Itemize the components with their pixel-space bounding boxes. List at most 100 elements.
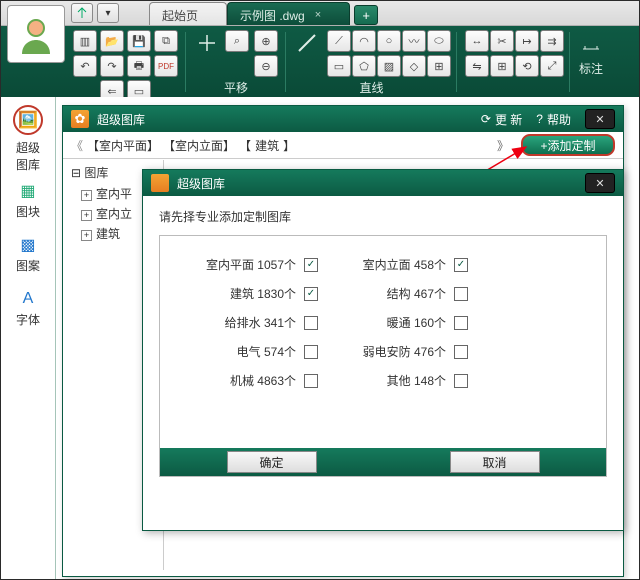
pdf-icon[interactable]: PDF	[154, 55, 178, 77]
redo-icon[interactable]: ↷	[100, 55, 124, 77]
dialog-prompt: 请先择专业添加定制图库	[159, 208, 607, 225]
option-0[interactable]: 室内平面 1057个	[168, 256, 318, 273]
sidebar-label-font: 字体	[16, 311, 40, 328]
checkbox-icon[interactable]	[454, 287, 468, 301]
sidebar-label-pattern: 图案	[16, 257, 40, 274]
library-panel-header: ✿ 超级图库 ⟳更 新 ?帮助 ✕	[63, 106, 623, 132]
save-icon[interactable]: 💾	[127, 30, 151, 52]
option-1[interactable]: 室内立面 458个	[318, 256, 468, 273]
zoom-in-icon[interactable]: ⊕	[254, 30, 278, 52]
d1-icon[interactable]: ◇	[402, 55, 426, 77]
customize-dialog: 超级图库 ✕ 请先择专业添加定制图库 室内平面 1057个室内立面 458个建筑…	[142, 169, 624, 531]
checkbox-icon[interactable]	[304, 258, 318, 272]
tab-file[interactable]: 示例图 .dwg×	[227, 2, 350, 25]
ellipse-icon[interactable]: ⬭	[427, 30, 451, 52]
breadcrumb-row: 《 【室内平面】 【室内立面】 【 建筑 】 》 +添加定制	[63, 132, 623, 159]
arc-icon[interactable]: ◠	[352, 30, 376, 52]
pline-icon[interactable]: ⟋	[327, 30, 351, 52]
bc-end-icon[interactable]: 》	[497, 137, 509, 154]
checkbox-icon[interactable]	[454, 316, 468, 330]
zoom-window-icon[interactable]: ⌕	[225, 30, 249, 52]
bc-item-3c: 】	[283, 137, 295, 154]
option-8[interactable]: 机械 4863个	[168, 372, 318, 389]
bc-item-3[interactable]: 建筑	[255, 137, 279, 154]
ribbon-line-group: ⟋ ◠ ○ 〰 ⬭ ▭ ⬠ ▨ ◇ ⊞ 直线	[286, 26, 457, 98]
ribbon-file-group: ▥ 📂 💾 ⧉ ↶ ↷ 🖶 PDF ⇐ ▭	[65, 26, 186, 98]
bc-start-icon[interactable]: 《	[71, 137, 83, 154]
checkbox-icon[interactable]	[454, 258, 468, 272]
trim-icon[interactable]: ✂	[490, 30, 514, 52]
options-grid: 室内平面 1057个室内立面 458个建筑 1830个 结构 467个给排水 34…	[159, 235, 607, 477]
qa-dropdown[interactable]: ▾	[97, 3, 119, 23]
checkbox-icon[interactable]	[304, 345, 318, 359]
scale-icon[interactable]: ⤢	[540, 55, 564, 77]
checkbox-icon[interactable]	[454, 374, 468, 388]
mirror-icon[interactable]: ⇋	[465, 55, 489, 77]
panel-logo-icon: ✿	[71, 110, 89, 128]
pan-icon[interactable]	[194, 30, 220, 56]
option-6[interactable]: 电气 574个	[168, 343, 318, 360]
print-icon[interactable]: 🖶	[127, 55, 151, 77]
poly-icon[interactable]: ⬠	[352, 55, 376, 77]
tab-start-label: 起始页	[162, 7, 198, 24]
qa-btn-1[interactable]	[71, 3, 93, 23]
refresh-button[interactable]: ⟳更 新	[481, 111, 522, 128]
saveall-icon[interactable]: ⧉	[154, 30, 178, 52]
ribbon-edit-group: ↔ ✂ ↦ ⇉ ⇋ ⊞ ⟲ ⤢	[457, 26, 570, 98]
option-2[interactable]: 建筑 1830个	[168, 285, 318, 302]
sidebar-label-library: 超级 图库	[16, 139, 40, 173]
rect-icon[interactable]: ▭	[327, 55, 351, 77]
tab-add[interactable]: +	[354, 5, 378, 25]
new-icon[interactable]: ▥	[73, 30, 97, 52]
checkbox-icon[interactable]	[454, 345, 468, 359]
sidebar-item-pattern[interactable]: ▩ 图案	[13, 231, 43, 277]
annot-icon[interactable]	[578, 30, 604, 56]
bc-item-2[interactable]: 【室内立面】	[163, 137, 235, 154]
dialog-body: 请先择专业添加定制图库 室内平面 1057个室内立面 458个建筑 1830个 结…	[143, 196, 623, 489]
tab-start[interactable]: 起始页	[149, 2, 227, 25]
hatch-icon[interactable]: ▨	[377, 55, 401, 77]
user-avatar[interactable]	[7, 5, 65, 63]
open-icon[interactable]: 📂	[100, 30, 124, 52]
help-button[interactable]: ?帮助	[536, 111, 571, 128]
line-label: 直线	[359, 79, 383, 96]
ok-button[interactable]: 确定	[227, 451, 317, 473]
offset-icon[interactable]: ⇉	[540, 30, 564, 52]
option-3[interactable]: 结构 467个	[318, 285, 468, 302]
option-5[interactable]: 暖通 160个	[318, 314, 468, 331]
array-icon[interactable]: ⊞	[490, 55, 514, 77]
canvas-area: ✿ 超级图库 ⟳更 新 ?帮助 ✕ 《 【室内平面】 【室内立面】 【 建筑 】…	[56, 97, 639, 579]
annot-label: 标注	[579, 60, 603, 77]
sidebar-item-font[interactable]: A 字体	[13, 285, 43, 331]
option-label: 给排水 341个	[225, 314, 296, 331]
pattern-icon: ▩	[17, 234, 39, 256]
bc-item-1[interactable]: 【室内平面】	[87, 137, 159, 154]
zoom-out-icon[interactable]: ⊖	[254, 55, 278, 77]
d2-icon[interactable]: ⊞	[427, 55, 451, 77]
cancel-button[interactable]: 取消	[450, 451, 540, 473]
option-4[interactable]: 给排水 341个	[168, 314, 318, 331]
checkbox-icon[interactable]	[304, 287, 318, 301]
extend-icon[interactable]: ↦	[515, 30, 539, 52]
option-9[interactable]: 其他 148个	[318, 372, 468, 389]
undo-icon[interactable]: ↶	[73, 55, 97, 77]
move-icon[interactable]: ↔	[465, 30, 489, 52]
sidebar-item-library[interactable]: 🖼️	[13, 105, 43, 135]
option-label: 电气 574个	[237, 343, 296, 360]
sidebar-item-block[interactable]: ▦ 图块	[13, 177, 43, 223]
checkbox-icon[interactable]	[304, 374, 318, 388]
rotate-icon[interactable]: ⟲	[515, 55, 539, 77]
dialog-close-button[interactable]: ✕	[585, 173, 615, 193]
help-label: 帮助	[547, 111, 571, 128]
circle-icon[interactable]: ○	[377, 30, 401, 52]
tab-close-icon[interactable]: ×	[315, 9, 321, 21]
add-custom-button[interactable]: +添加定制	[521, 134, 615, 156]
spline-icon[interactable]: 〰	[402, 30, 426, 52]
option-7[interactable]: 弱电安防 476个	[318, 343, 468, 360]
sidebar-label-block: 图块	[16, 203, 40, 220]
font-icon: A	[17, 288, 39, 310]
option-label: 结构 467个	[387, 285, 446, 302]
checkbox-icon[interactable]	[304, 316, 318, 330]
line-icon[interactable]	[294, 30, 320, 56]
panel-close-button[interactable]: ✕	[585, 109, 615, 129]
